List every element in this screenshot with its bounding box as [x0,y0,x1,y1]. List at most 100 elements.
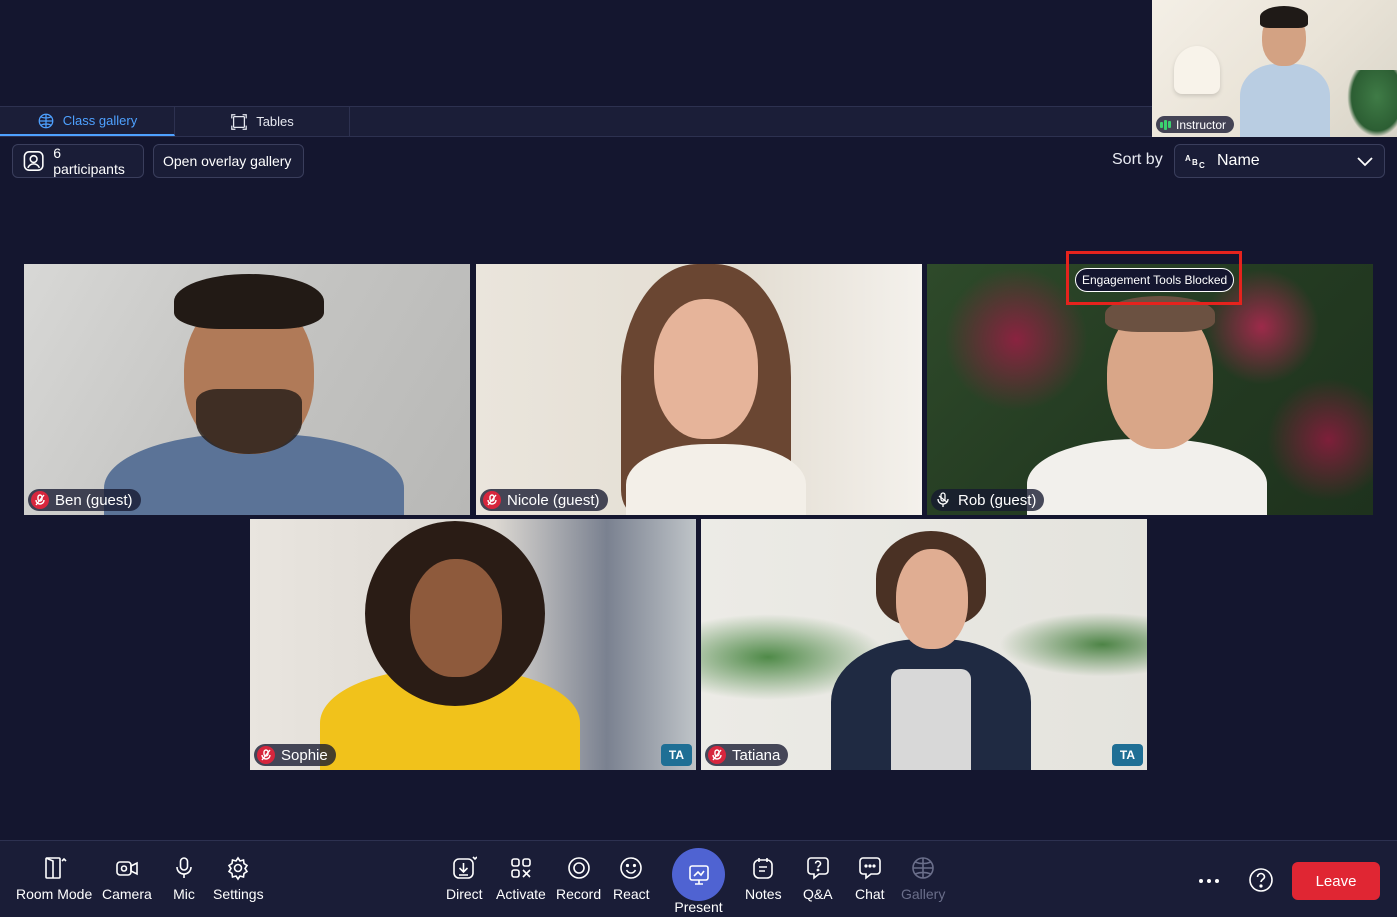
participant-face [410,559,502,677]
presentation-icon [688,864,709,885]
settings-button[interactable]: Settings [213,855,264,902]
mic-inactive-icon [937,492,949,507]
camera-button[interactable]: Camera [102,855,152,902]
room-mode-label: Room Mode [16,886,93,902]
smiley-icon [620,857,643,879]
activate-label: Activate [496,886,546,902]
tab-label: Class gallery [62,113,138,128]
room-mode-button[interactable]: Room Mode [16,855,92,902]
activate-button[interactable]: Activate [496,855,546,902]
download-icon [453,856,478,879]
svg-text:C: C [1199,161,1205,169]
participant-shirt [891,669,971,770]
chevron-down-icon [1357,157,1373,167]
qa-button[interactable]: Q&A [803,855,833,902]
sort-select[interactable]: ABC Name [1174,144,1385,178]
tab-label: Tables [256,114,294,129]
notes-label: Notes [745,886,782,902]
alphabetical-sort-icon: ABC [1185,154,1205,169]
chat-bubble-icon [858,857,881,880]
svg-text:A: A [1185,154,1191,163]
help-icon [1249,868,1273,892]
record-icon [567,857,590,879]
instructor-figure [1240,6,1330,137]
video-tile-nicole[interactable]: Nicole (guest) [476,264,922,515]
gallery-grid-icon [912,857,934,879]
bottom-toolbar: Room Mode Camera Mic Settings Direct Act… [0,840,1397,917]
gallery-button[interactable]: Gallery [901,855,945,902]
svg-text:B: B [1192,158,1198,167]
participants-count: 6 participants [53,145,125,177]
participant-name: Rob (guest) [958,491,1037,509]
instructor-video[interactable]: Instructor [1152,0,1397,137]
mic-muted-icon [708,746,726,764]
leave-label: Leave [1315,872,1357,890]
open-overlay-gallery-button[interactable]: Open overlay gallery [153,144,304,178]
sort-value: Name [1217,152,1260,169]
notes-button[interactable]: Notes [745,855,782,902]
participant-hair [174,274,324,329]
qa-label: Q&A [803,886,833,902]
direct-label: Direct [446,886,483,902]
present-button[interactable] [672,848,725,901]
view-tabs: Class gallery Tables [0,106,1152,137]
mic-muted-icon [483,491,501,509]
microphone-icon [176,857,192,878]
chat-button[interactable]: Chat [855,855,885,902]
chat-label: Chat [855,886,885,902]
participant-label: Tatiana [705,744,789,766]
participant-figure [626,444,806,515]
participant-face [654,299,758,439]
camera-label: Camera [102,886,152,902]
mic-muted-icon [31,491,49,509]
help-button[interactable] [1248,867,1274,898]
gear-icon [228,856,249,881]
participant-name: Ben (guest) [55,491,133,509]
participant-label: Sophie [254,744,336,766]
video-tile-tatiana[interactable]: Tatiana TA [701,519,1147,770]
ellipsis-icon [1199,879,1219,883]
grid-globe-icon [38,113,54,128]
sort-by-label: Sort by [1112,151,1163,168]
video-tile-sophie[interactable]: Sophie TA [250,519,696,770]
overlay-label: Open overlay gallery [163,153,292,169]
participant-figure [1027,439,1267,515]
present-label: Present [674,899,723,915]
ta-badge: TA [660,744,692,766]
record-label: Record [556,886,602,902]
participant-label: Nicole (guest) [480,489,608,511]
react-button[interactable]: React [613,855,650,902]
question-bubble-icon [806,857,829,880]
tab-class-gallery[interactable]: Class gallery [0,107,175,136]
ta-badge: TA [1111,744,1143,766]
background-plant [1347,70,1397,137]
participant-name: Sophie [281,746,328,764]
mic-muted-icon [257,746,275,764]
leave-button[interactable]: Leave [1292,862,1380,900]
instructor-nametag: Instructor [1156,116,1235,133]
participant-label: Ben (guest) [28,489,141,511]
activate-icon [511,858,531,878]
more-options-button[interactable] [1197,871,1221,896]
participants-button[interactable]: 6 participants [12,144,144,178]
door-icon [45,857,67,879]
tab-tables[interactable]: Tables [175,107,350,136]
camera-icon [116,861,138,876]
gallery-label: Gallery [901,886,946,902]
highlight-annotation [1066,251,1242,305]
record-button[interactable]: Record [556,855,601,902]
mic-button[interactable]: Mic [171,855,197,902]
direct-button[interactable]: Direct [446,855,483,902]
video-tile-ben[interactable]: Ben (guest) [24,264,470,515]
person-icon [23,151,44,171]
notes-icon [753,858,774,879]
mic-label: Mic [173,886,195,902]
speaking-indicator-icon [1160,119,1171,130]
tables-icon [231,113,248,130]
instructor-name: Instructor [1176,117,1227,132]
settings-label: Settings [213,886,264,902]
background-lamp [1174,46,1220,94]
participant-name: Tatiana [732,746,781,764]
participant-label: Rob (guest) [931,489,1045,511]
react-label: React [613,886,650,902]
